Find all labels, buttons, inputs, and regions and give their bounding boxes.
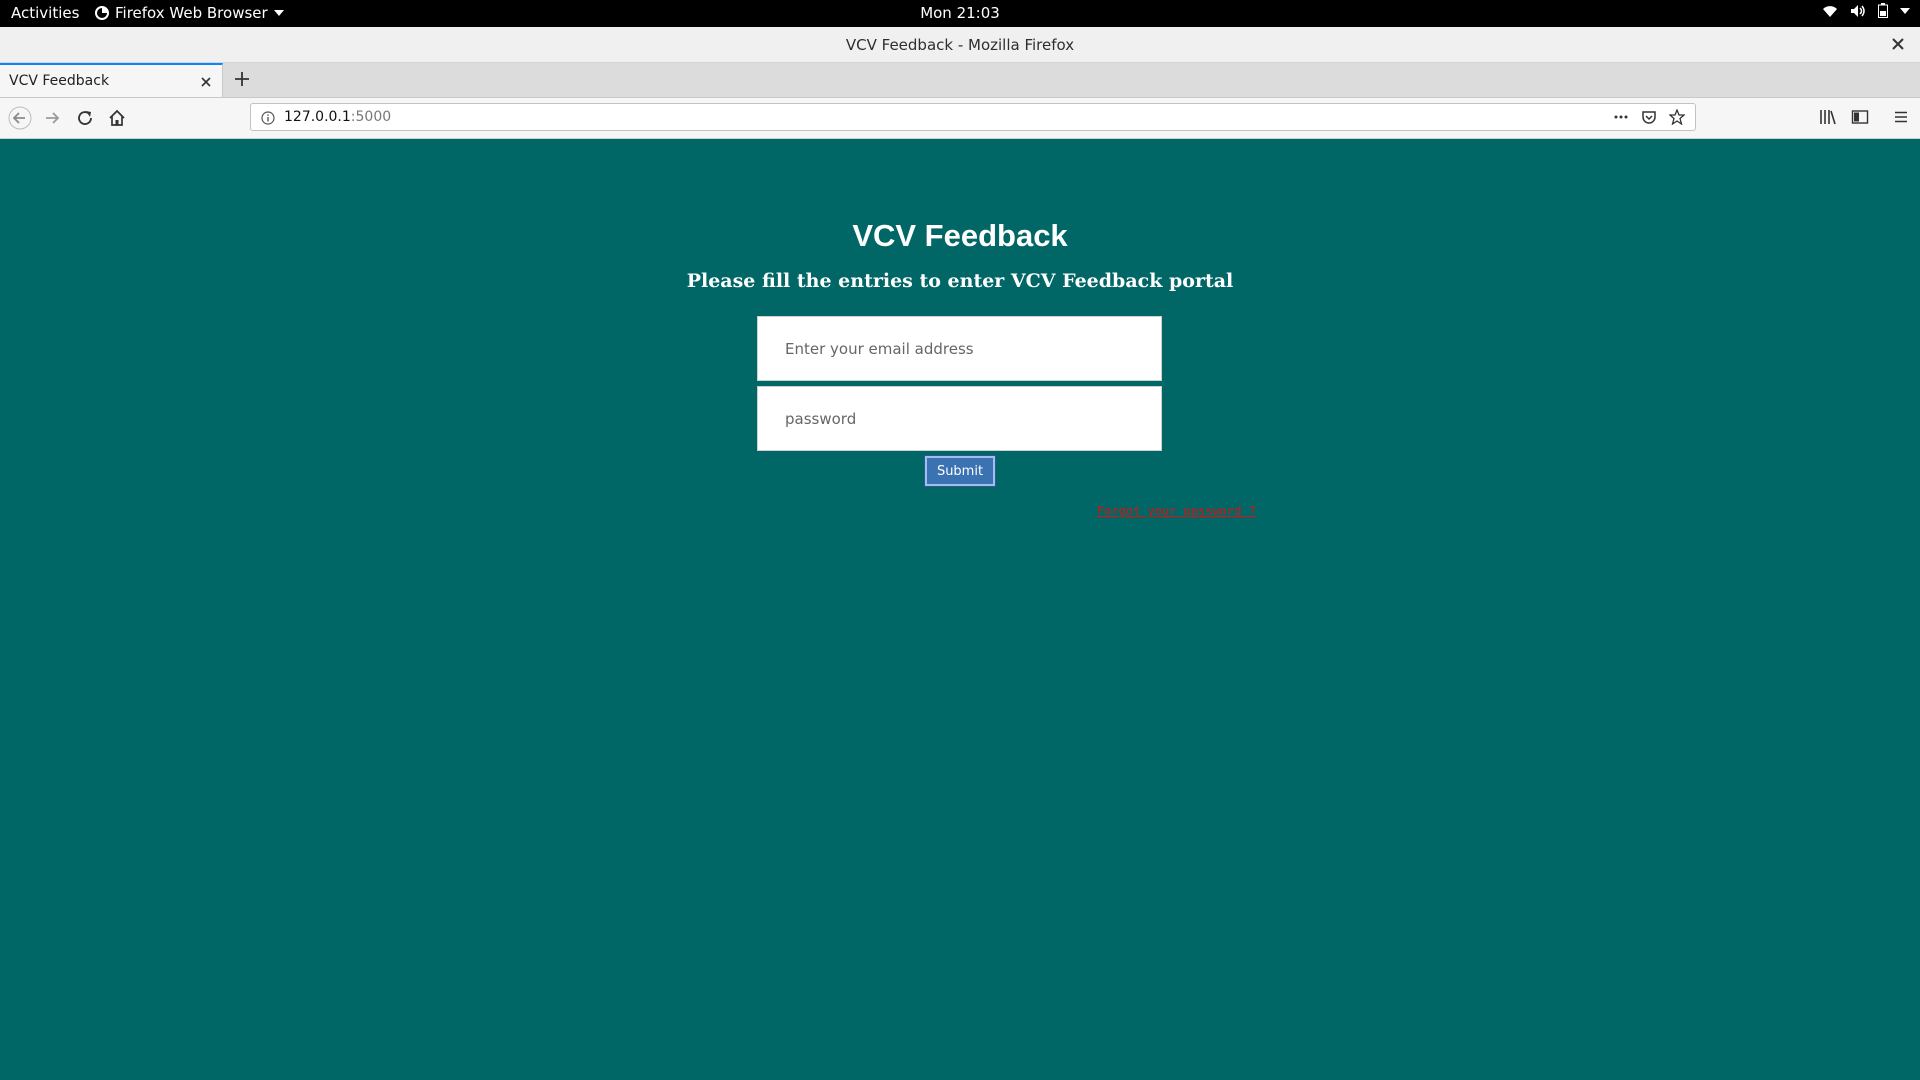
app-menu[interactable]: Firefox Web Browser: [95, 4, 284, 22]
activities-button[interactable]: Activities: [11, 4, 79, 22]
tab-strip: VCV Feedback: [0, 63, 1920, 98]
submit-button[interactable]: Submit: [924, 455, 996, 487]
close-tab-button[interactable]: [199, 74, 213, 88]
page-title: VCV Feedback: [852, 218, 1068, 253]
chevron-down-icon[interactable]: [1900, 7, 1910, 14]
url-host: 127.0.0.1: [284, 109, 351, 125]
reload-button[interactable]: [73, 106, 97, 130]
wifi-icon[interactable]: [1822, 4, 1838, 18]
new-tab-button[interactable]: [232, 69, 252, 89]
reload-icon: [78, 111, 92, 125]
chevron-down-icon: [273, 10, 284, 16]
plus-icon: [235, 72, 249, 86]
email-field[interactable]: [757, 316, 1162, 381]
system-top-bar: Activities Firefox Web Browser Mon 21:03: [0, 0, 1920, 27]
more-icon[interactable]: [1613, 109, 1629, 129]
url-bar[interactable]: 127.0.0.1:5000: [250, 103, 1696, 131]
forward-button[interactable]: [40, 106, 64, 130]
battery-icon[interactable]: [1878, 3, 1888, 18]
page-subtitle: Please fill the entries to enter VCV Fee…: [686, 270, 1234, 292]
back-button[interactable]: [8, 106, 32, 130]
close-icon: [201, 77, 211, 87]
navigation-toolbar: 127.0.0.1:5000: [0, 98, 1920, 139]
bookmark-star-icon[interactable]: [1668, 108, 1686, 129]
library-button[interactable]: [1819, 108, 1837, 126]
sidebar-button[interactable]: [1851, 108, 1869, 126]
window-title-bar: VCV Feedback - Mozilla Firefox: [0, 27, 1920, 63]
info-icon[interactable]: [261, 110, 275, 129]
close-icon: [1892, 38, 1904, 50]
forward-icon: [46, 112, 60, 124]
firefox-icon: [95, 6, 109, 20]
home-button[interactable]: [105, 106, 129, 130]
pocket-icon[interactable]: [1641, 109, 1657, 129]
back-icon: [8, 106, 32, 130]
page-content: VCV Feedback Please fill the entries to …: [0, 139, 1920, 1080]
close-window-button[interactable]: [1888, 34, 1908, 54]
url-port: :5000: [350, 109, 392, 125]
password-field[interactable]: [757, 386, 1162, 451]
clock[interactable]: Mon 21:03: [920, 4, 1000, 22]
menu-icon: [1895, 111, 1907, 123]
system-tray[interactable]: [1822, 3, 1910, 18]
sidebar-icon: [1851, 110, 1869, 124]
volume-icon[interactable]: [1850, 4, 1866, 18]
app-menu-label: Firefox Web Browser: [115, 4, 268, 22]
url-text[interactable]: 127.0.0.1:5000: [284, 109, 391, 125]
forgot-password-link[interactable]: Forgot your password ?: [1097, 504, 1256, 518]
home-icon: [109, 109, 125, 126]
tab-label: VCV Feedback: [9, 73, 110, 89]
window-title: VCV Feedback - Mozilla Firefox: [845, 36, 1075, 54]
open-menu-button[interactable]: [1892, 108, 1910, 126]
library-icon: [1820, 110, 1836, 125]
tab-vcv-feedback[interactable]: VCV Feedback: [0, 63, 223, 97]
